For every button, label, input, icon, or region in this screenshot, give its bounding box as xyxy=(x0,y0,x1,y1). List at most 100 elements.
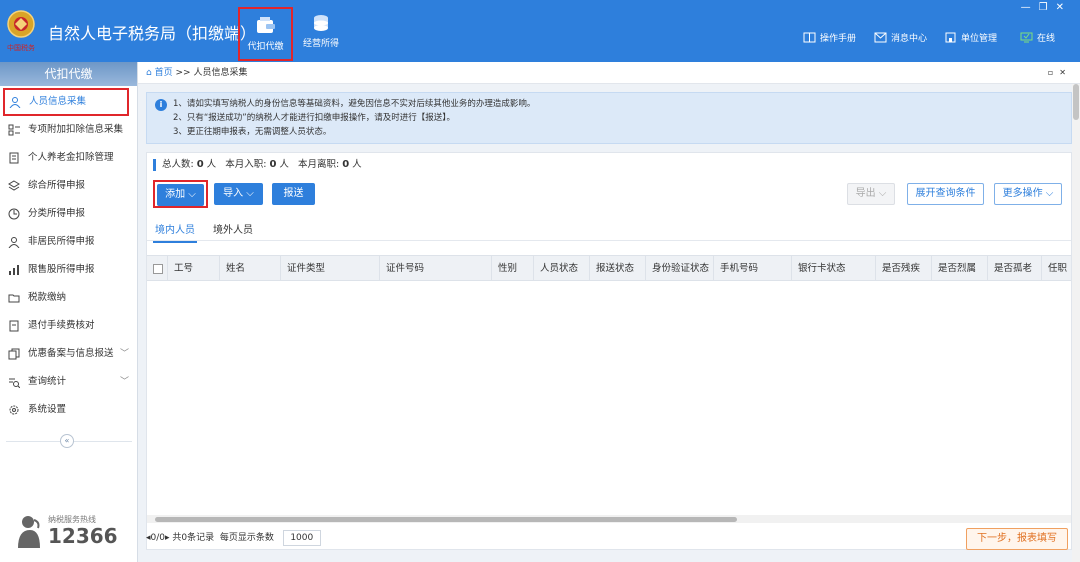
header-bar: 中国税务 自然人电子税务局（扣缴端） 代扣代缴 经营所得 操作手册 消息中心 单… xyxy=(0,0,1080,62)
sidebar-item-label: 系统设置 xyxy=(28,404,67,415)
col-name[interactable]: 姓名 xyxy=(219,256,245,280)
page-size-input[interactable]: 1000 xyxy=(282,530,321,546)
col-gender[interactable]: 性别 xyxy=(491,256,517,280)
join-unit: 人 xyxy=(279,159,289,170)
tab-overseas[interactable]: 境外人员 xyxy=(211,219,255,241)
import-button[interactable]: 导入 ⌵ xyxy=(214,183,263,205)
col-person-status[interactable]: 人员状态 xyxy=(533,256,578,280)
more-label: 更多操作 xyxy=(1002,188,1043,199)
notice-line: 2、只有“报送成功”的纳税人才能进行扣缴申报操作，请及时进行【报送】。 xyxy=(173,113,455,123)
person-icon xyxy=(9,97,21,108)
sidebar-item-query-stats[interactable]: 查询统计 ﹀ xyxy=(0,368,137,396)
breadcrumb-separator: >> xyxy=(175,68,191,78)
col-phone[interactable]: 手机号码 xyxy=(713,256,758,280)
col-id-verify-status[interactable]: 身份验证状态 xyxy=(645,256,709,280)
notice-line: 1、请如实填写纳税人的身份信息等基础资料，避免因信息不实对后续其他业务的办理造成… xyxy=(173,99,536,109)
window-controls: —❐✕ xyxy=(1021,2,1072,13)
restore-page-icon[interactable]: ▫ xyxy=(1048,68,1059,77)
sidebar-item-label: 人员信息采集 xyxy=(29,96,87,107)
sidebar-item-comprehensive-income[interactable]: 综合所得申报 xyxy=(0,172,137,200)
sidebar-item-restricted-shares[interactable]: 限售股所得申报 xyxy=(0,256,137,284)
sidebar-item-label: 限售股所得申报 xyxy=(28,264,95,275)
chevron-down-icon: ⌵ xyxy=(246,188,254,199)
import-label: 导入 xyxy=(223,188,244,199)
add-button[interactable]: 添加 ⌵ xyxy=(157,184,204,206)
coins-icon xyxy=(314,15,328,31)
sidebar-item-label: 优惠备案与信息报送 xyxy=(28,348,114,359)
sidebar-item-fee-refund[interactable]: 退付手续费核对 xyxy=(0,312,137,340)
info-icon: i xyxy=(155,99,167,111)
breadcrumb-home[interactable]: 首页 xyxy=(155,68,173,78)
vertical-scrollbar-thumb[interactable] xyxy=(1073,84,1079,120)
minimize-button[interactable]: — xyxy=(1021,2,1039,13)
nav-business-income[interactable]: 经营所得 xyxy=(292,6,350,58)
total-unit: 人 xyxy=(206,159,217,170)
manual-label: 操作手册 xyxy=(820,34,857,44)
sidebar: 代扣代缴 人员信息采集 专项附加扣除信息采集 个人养老金扣除管理 综合所得申报 … xyxy=(0,62,138,562)
wallet-icon xyxy=(256,17,275,33)
sidebar-item-special-deduction[interactable]: 专项附加扣除信息采集 xyxy=(0,116,137,144)
col-position[interactable]: 任职 xyxy=(1041,256,1067,280)
horizontal-scrollbar-thumb[interactable] xyxy=(155,517,737,522)
col-bank-card-status[interactable]: 银行卡状态 xyxy=(791,256,846,280)
file-copy-icon xyxy=(8,348,20,360)
unit-management-link[interactable]: 单位管理 xyxy=(944,31,997,44)
home-icon: ⌂ xyxy=(146,68,152,78)
join-value: 0 xyxy=(269,159,277,170)
sidebar-item-label: 个人养老金扣除管理 xyxy=(28,152,114,163)
sidebar-collapse-button[interactable]: « xyxy=(60,434,74,448)
sidebar-item-label: 综合所得申报 xyxy=(28,180,86,191)
book-icon xyxy=(803,32,816,43)
sidebar-item-classified-income[interactable]: 分类所得申报 xyxy=(0,200,137,228)
col-id-type[interactable]: 证件类型 xyxy=(280,256,325,280)
horizontal-scrollbar[interactable] xyxy=(147,515,1071,523)
next-step-button[interactable]: 下一步，报表填写 xyxy=(966,528,1068,550)
pie-clock-icon xyxy=(8,208,20,220)
online-status[interactable]: 在线 xyxy=(1020,31,1055,44)
export-button[interactable]: 导出 ⌵ xyxy=(847,183,895,205)
col-id-number[interactable]: 证件号码 xyxy=(379,256,424,280)
sidebar-item-system-settings[interactable]: 系统设置 xyxy=(0,396,137,424)
hotline: 纳税服务热线 12366 xyxy=(14,510,134,552)
main-content: ⌂ 首页 >> 人员信息采集 ▫✕ i 1、请如实填写纳税人的身份信息等基础资料… xyxy=(138,62,1080,562)
next-page-icon[interactable]: ▸ xyxy=(165,533,170,543)
sidebar-item-label: 退付手续费核对 xyxy=(28,320,95,331)
sidebar-item-label: 查询统计 xyxy=(28,376,67,387)
personnel-panel: 总人数: 0 人 本月入职: 0 人 本月离职: 0 人 添加 ⌵ 导入 ⌵ 报送 导出 ⌵… xyxy=(146,152,1072,550)
sidebar-item-preferential-filing[interactable]: 优惠备案与信息报送 ﹀ xyxy=(0,340,137,368)
phone-person-icon xyxy=(18,516,40,548)
app-title: 自然人电子税务局（扣缴端） xyxy=(48,24,257,43)
per-page-label: 每页显示条数 xyxy=(219,533,274,543)
more-actions-button[interactable]: 更多操作 ⌵ xyxy=(994,183,1062,205)
col-submit-status[interactable]: 报送状态 xyxy=(589,256,634,280)
submit-button[interactable]: 报送 xyxy=(272,183,315,205)
sidebar-item-label: 非居民所得申报 xyxy=(28,236,95,247)
close-page-icon[interactable]: ✕ xyxy=(1059,68,1072,77)
chevron-down-icon: ⌵ xyxy=(878,188,887,199)
col-martyr-family[interactable]: 是否烈属 xyxy=(931,256,976,280)
col-employee-id[interactable]: 工号 xyxy=(167,256,193,280)
table-header: 工号 姓名 证件类型 证件号码 性别 人员状态 报送状态 身份验证状态 手机号码… xyxy=(147,255,1071,281)
leave-value: 0 xyxy=(342,159,350,170)
nav-withhold-pay[interactable]: 代扣代缴 xyxy=(238,7,293,61)
message-center-link[interactable]: 消息中心 xyxy=(874,31,927,44)
leave-label: 本月离职: xyxy=(298,159,340,170)
nav-business-label: 经营所得 xyxy=(302,39,339,49)
maximize-button[interactable]: ❐ xyxy=(1039,2,1056,13)
expand-query-button[interactable]: 展开查询条件 xyxy=(907,183,984,205)
chevron-down-icon: ﹀ xyxy=(119,349,129,359)
sidebar-item-nonresident[interactable]: 非居民所得申报 xyxy=(0,228,137,256)
sidebar-item-personnel-info[interactable]: 人员信息采集 xyxy=(3,88,129,116)
col-lonely-elderly[interactable]: 是否孤老 xyxy=(987,256,1032,280)
select-all-checkbox[interactable] xyxy=(153,264,163,274)
layers-icon xyxy=(8,180,20,191)
sidebar-item-pension[interactable]: 个人养老金扣除管理 xyxy=(0,144,137,172)
close-button[interactable]: ✕ xyxy=(1056,2,1072,13)
manual-link[interactable]: 操作手册 xyxy=(803,31,856,44)
col-disabled[interactable]: 是否残疾 xyxy=(875,256,920,280)
vertical-scrollbar[interactable] xyxy=(1072,84,1080,562)
sidebar-item-label: 专项附加扣除信息采集 xyxy=(28,124,124,135)
hotline-number: 12366 xyxy=(48,524,118,548)
tax-emblem-logo: 中国税务 xyxy=(7,10,35,52)
sidebar-item-tax-payment[interactable]: 税款缴纳 xyxy=(0,284,137,312)
